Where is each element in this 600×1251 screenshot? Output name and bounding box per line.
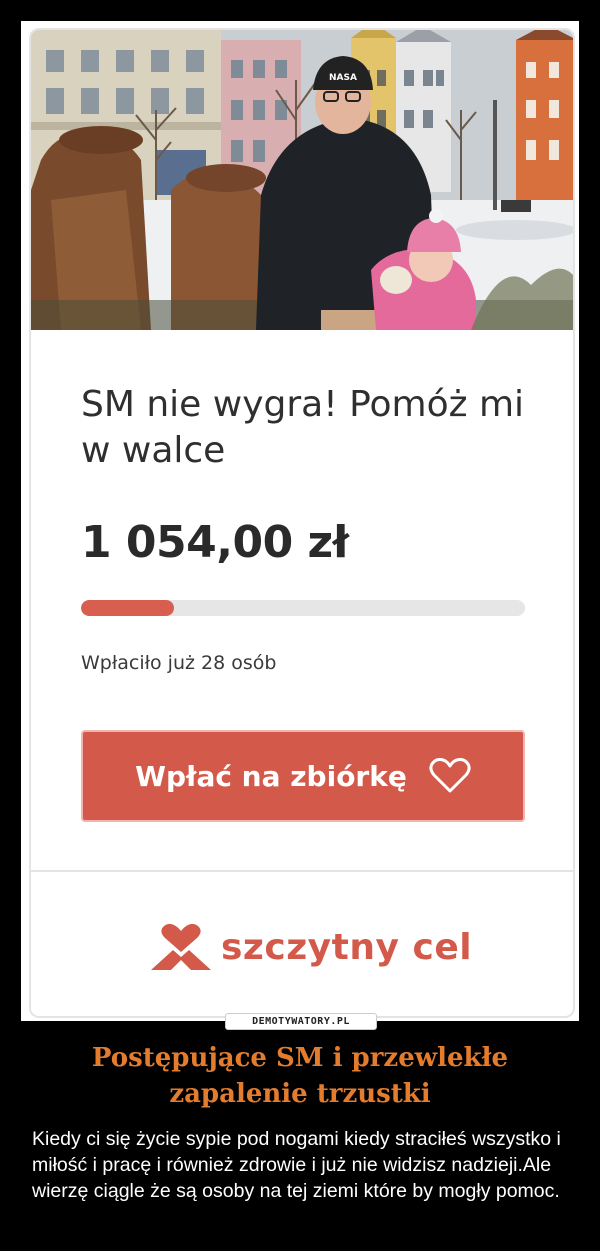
heart-mountain-logo-icon xyxy=(151,923,211,970)
fundraiser-title: SM nie wygra! Pomóż mi w walce xyxy=(81,384,525,471)
progress-bar xyxy=(81,600,525,616)
caption-title: Postępujące SM i przewlekłe zapalenie tr… xyxy=(91,1043,509,1109)
raised-amount: 1 054,00 zł xyxy=(81,517,349,568)
watermark: DEMOTYWATORY.PL xyxy=(225,1013,377,1030)
fundraiser-card: NASA SM nie wygra! Pomóż mi w walce 1 05… xyxy=(29,28,575,1018)
fundraiser-photo: NASA xyxy=(31,30,573,330)
brand-logo[interactable]: szczytny cel xyxy=(149,922,472,972)
donors-count: Wpłaciło już 28 osób xyxy=(81,652,277,674)
progress-fill xyxy=(81,600,175,616)
demotivator-frame: NASA SM nie wygra! Pomóż mi w walce 1 05… xyxy=(21,21,579,1021)
donate-button[interactable]: Wpłać na zbiórkę xyxy=(81,730,525,822)
photo-badge-text: NASA xyxy=(329,73,357,83)
heart-outline-icon xyxy=(429,758,471,793)
section-divider xyxy=(31,870,573,872)
brand-name: szczytny cel xyxy=(221,926,473,968)
caption-text: Kiedy ci się życie sypie pod nogami kied… xyxy=(32,1128,561,1202)
donate-button-label: Wpłać na zbiórkę xyxy=(135,759,407,793)
